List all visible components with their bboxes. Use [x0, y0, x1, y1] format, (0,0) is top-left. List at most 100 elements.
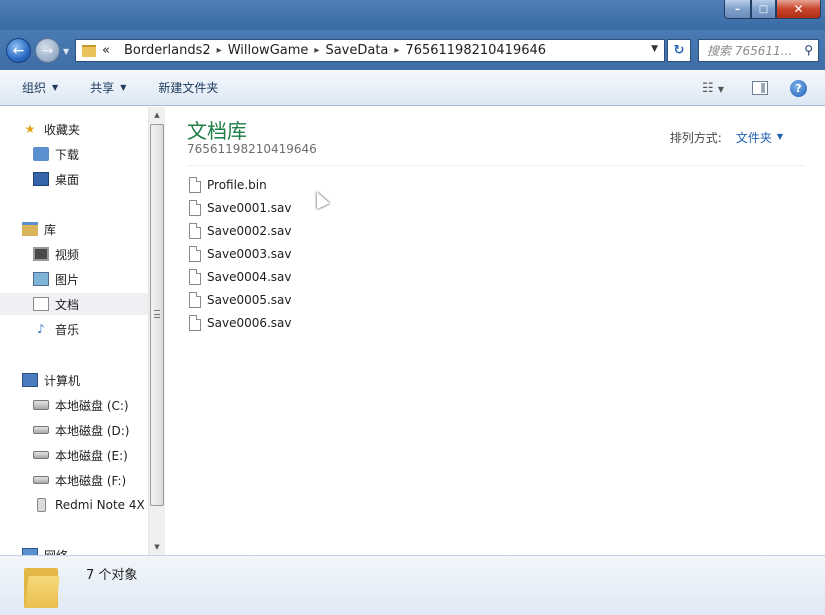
help-button[interactable]: ? — [790, 79, 807, 97]
file-item[interactable]: Profile.bin — [189, 174, 267, 196]
nav-drive-f-label: 本地磁盘 (F:) — [55, 473, 127, 488]
file-name: Save0005.sav — [207, 293, 292, 307]
nav-pictures[interactable]: 图片 — [0, 268, 148, 290]
library-title: 文档库 — [187, 119, 247, 143]
file-icon — [189, 292, 201, 308]
file-item[interactable]: Save0004.sav — [189, 266, 292, 288]
file-item[interactable]: Save0002.sav — [189, 220, 292, 242]
scrollbar-thumb[interactable] — [150, 124, 164, 506]
nav-pictures-label: 图片 — [55, 272, 80, 287]
arrange-by: 排列方式: 文件夹 ▼ — [670, 129, 783, 146]
nav-videos[interactable]: 视频 — [0, 243, 148, 265]
nav-drive-d[interactable]: 本地磁盘 (D:) — [0, 419, 148, 441]
search-input[interactable]: 搜索 765611... ⚲ — [698, 39, 819, 62]
system-drive-icon — [33, 400, 49, 410]
music-note-icon: ♪ — [37, 322, 45, 336]
nav-libraries[interactable]: 库 — [0, 218, 148, 240]
back-button[interactable]: ← — [6, 38, 31, 63]
phone-icon — [37, 498, 46, 512]
view-controls: ☷ ▼ ? — [702, 70, 825, 106]
video-icon — [33, 247, 49, 261]
minimize-button[interactable]: – — [724, 0, 751, 19]
grip-icon — [154, 310, 160, 318]
breadcrumb-savedata[interactable]: SaveData — [325, 43, 388, 58]
refresh-button[interactable]: ↻ — [667, 39, 691, 62]
file-item[interactable]: Save0005.sav — [189, 289, 292, 311]
share-label: 共享 — [90, 81, 115, 95]
nav-network[interactable]: 网络 — [0, 544, 148, 555]
title-bar: – □ ✕ — [0, 0, 825, 30]
nav-scrollbar[interactable]: ▲ ▼ — [148, 107, 165, 555]
chevron-down-icon[interactable]: ▼ — [777, 132, 783, 146]
organize-button[interactable]: 组织 ▼ — [22, 79, 58, 96]
command-bar: 组织 ▼ 共享 ▼ 新建文件夹 ☷ ▼ ? — [0, 70, 825, 106]
address-dropdown-button[interactable]: ▼ — [651, 44, 658, 54]
nav-desktop-label: 桌面 — [55, 172, 80, 187]
breadcrumb-borderlands2[interactable]: Borderlands2 — [124, 43, 211, 58]
address-bar[interactable]: « Borderlands2 ▸ WillowGame ▸ SaveData ▸… — [75, 39, 665, 62]
chevron-right-icon[interactable]: ▸ — [314, 45, 319, 56]
organize-label: 组织 — [22, 81, 47, 95]
nav-documents[interactable]: 文档 — [0, 293, 148, 315]
arrange-by-dropdown[interactable]: 文件夹 — [736, 129, 772, 146]
chevron-down-icon: ▼ — [52, 83, 59, 92]
breadcrumb-willowgame[interactable]: WillowGame — [228, 43, 309, 58]
nav-libraries-label: 库 — [44, 222, 57, 237]
file-icon — [189, 269, 201, 285]
file-item[interactable]: Save0003.sav — [189, 243, 292, 265]
recent-pages-dropdown[interactable]: ▼ — [63, 47, 69, 56]
nav-favorites[interactable]: ★ 收藏夹 — [0, 118, 148, 140]
file-icon — [189, 223, 201, 239]
nav-music[interactable]: ♪ 音乐 — [0, 318, 148, 340]
preview-pane-button[interactable] — [752, 81, 768, 95]
file-view: 文档库 76561198210419646 排列方式: 文件夹 ▼ Profil… — [166, 107, 825, 555]
document-icon — [33, 297, 49, 311]
search-placeholder: 搜索 765611... — [707, 44, 793, 58]
folder-icon — [24, 564, 60, 608]
nav-phone[interactable]: Redmi Note 4X — [0, 494, 148, 516]
maximize-button[interactable]: □ — [751, 0, 776, 19]
window-controls: – □ ✕ — [724, 0, 821, 20]
share-button[interactable]: 共享 ▼ — [90, 79, 126, 96]
forward-button[interactable]: → — [35, 38, 60, 63]
new-folder-button[interactable]: 新建文件夹 — [158, 79, 218, 96]
nav-drive-c-label: 本地磁盘 (C:) — [55, 398, 129, 413]
nav-network-label: 网络 — [44, 547, 68, 556]
file-name: Save0003.sav — [207, 247, 292, 261]
nav-music-label: 音乐 — [55, 322, 80, 337]
file-name: Save0006.sav — [207, 316, 292, 330]
breadcrumb-overflow[interactable]: « — [102, 43, 110, 58]
new-folder-label: 新建文件夹 — [158, 81, 219, 95]
details-pane: 7 个对象 — [0, 555, 825, 615]
breadcrumb-steam-id[interactable]: 76561198210419646 — [405, 43, 546, 58]
nav-desktop[interactable]: 桌面 — [0, 168, 148, 190]
chevron-right-icon[interactable]: ▸ — [217, 45, 222, 56]
change-view-button[interactable]: ☷ ▼ — [702, 81, 724, 96]
scroll-down-arrow-icon[interactable]: ▼ — [149, 539, 165, 555]
nav-drive-e[interactable]: 本地磁盘 (E:) — [0, 444, 148, 466]
file-item[interactable]: Save0001.sav — [189, 197, 292, 219]
hard-drive-icon — [33, 451, 49, 459]
file-name: Profile.bin — [207, 178, 267, 192]
refresh-icon: ↻ — [673, 43, 685, 58]
file-name: Save0004.sav — [207, 270, 292, 284]
nav-drive-f[interactable]: 本地磁盘 (F:) — [0, 469, 148, 491]
close-button[interactable]: ✕ — [776, 0, 821, 19]
nav-videos-label: 视频 — [55, 247, 80, 262]
nav-drive-d-label: 本地磁盘 (D:) — [55, 423, 130, 438]
search-icon[interactable]: ⚲ — [804, 43, 813, 57]
nav-drive-c[interactable]: 本地磁盘 (C:) — [0, 394, 148, 416]
library-path: 76561198210419646 — [187, 142, 317, 156]
star-icon: ★ — [24, 122, 36, 136]
nav-downloads[interactable]: 下载 — [0, 143, 148, 165]
navigation-row: ← → ▼ « Borderlands2 ▸ WillowGame ▸ Save… — [0, 30, 825, 70]
desktop-icon — [33, 172, 49, 186]
file-item[interactable]: Save0006.sav — [189, 312, 292, 334]
file-icon — [189, 246, 201, 262]
view-grid-icon: ☷ — [702, 80, 714, 96]
library-icon — [22, 222, 38, 236]
scroll-up-arrow-icon[interactable]: ▲ — [149, 107, 165, 123]
chevron-right-icon[interactable]: ▸ — [394, 45, 399, 56]
nav-computer[interactable]: 计算机 — [0, 369, 148, 391]
item-count: 7 个对象 — [86, 568, 138, 583]
